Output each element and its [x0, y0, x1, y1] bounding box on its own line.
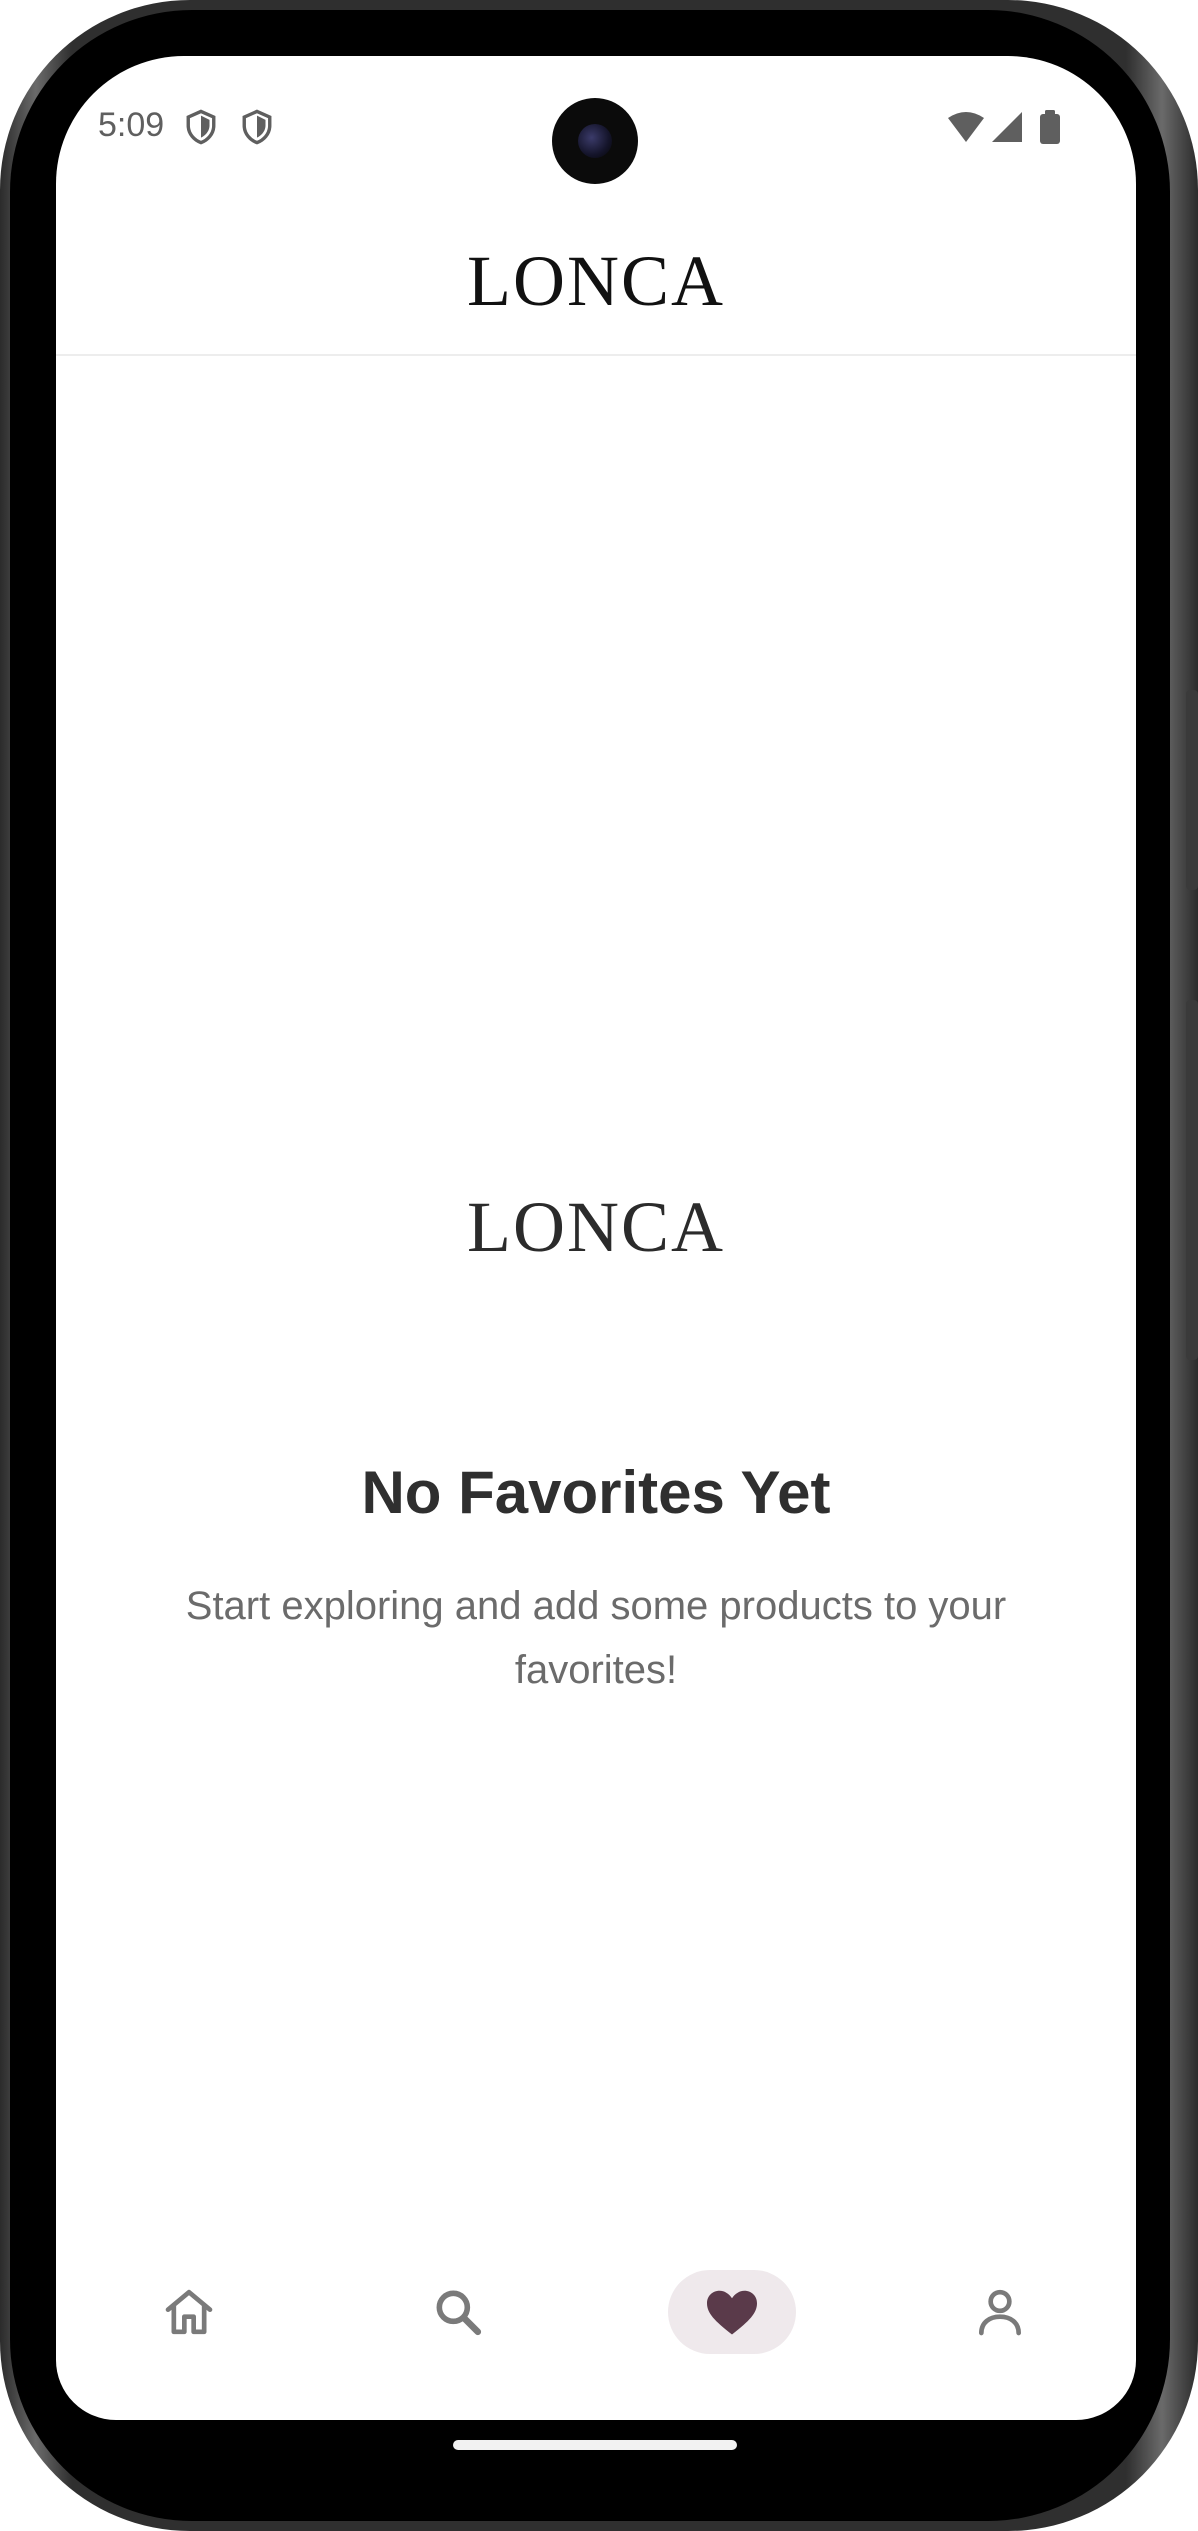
heart-icon — [707, 2290, 757, 2335]
home-icon — [165, 2289, 213, 2335]
empty-state-message: Start exploring and add some products to… — [185, 1584, 1007, 1692]
battery-icon — [1040, 110, 1060, 144]
nav-home[interactable] — [125, 2270, 253, 2354]
status-bar: 5:09 — [56, 56, 1136, 196]
power-button — [1186, 690, 1198, 890]
wifi-icon — [948, 112, 984, 142]
phone-frame: 5:09 LONCA LONCA No Favorites Yet Start … — [0, 0, 1198, 2531]
home-indicator[interactable] — [453, 2440, 737, 2450]
header-logo: LONCA — [467, 241, 725, 321]
signal-icon — [992, 112, 1022, 142]
status-time: 5:09 — [98, 106, 165, 144]
empty-state-title: No Favorites Yet — [361, 1459, 831, 1526]
nav-profile[interactable] — [936, 2270, 1064, 2354]
search-icon — [436, 2290, 482, 2336]
shield-icon — [186, 109, 216, 145]
front-camera — [552, 98, 638, 184]
screen: 5:09 LONCA LONCA No Favorites Yet Start … — [56, 56, 1136, 2420]
shield-icon — [242, 109, 272, 145]
nav-search[interactable] — [394, 2270, 522, 2354]
bottom-navigation — [56, 2262, 1136, 2392]
app-header: LONCA — [56, 196, 1136, 356]
system-status-icons — [948, 110, 1060, 144]
person-icon — [979, 2289, 1021, 2336]
volume-button — [1186, 1000, 1198, 1360]
nav-favorites[interactable] — [668, 2270, 796, 2354]
empty-state-logo: LONCA — [467, 1187, 725, 1267]
